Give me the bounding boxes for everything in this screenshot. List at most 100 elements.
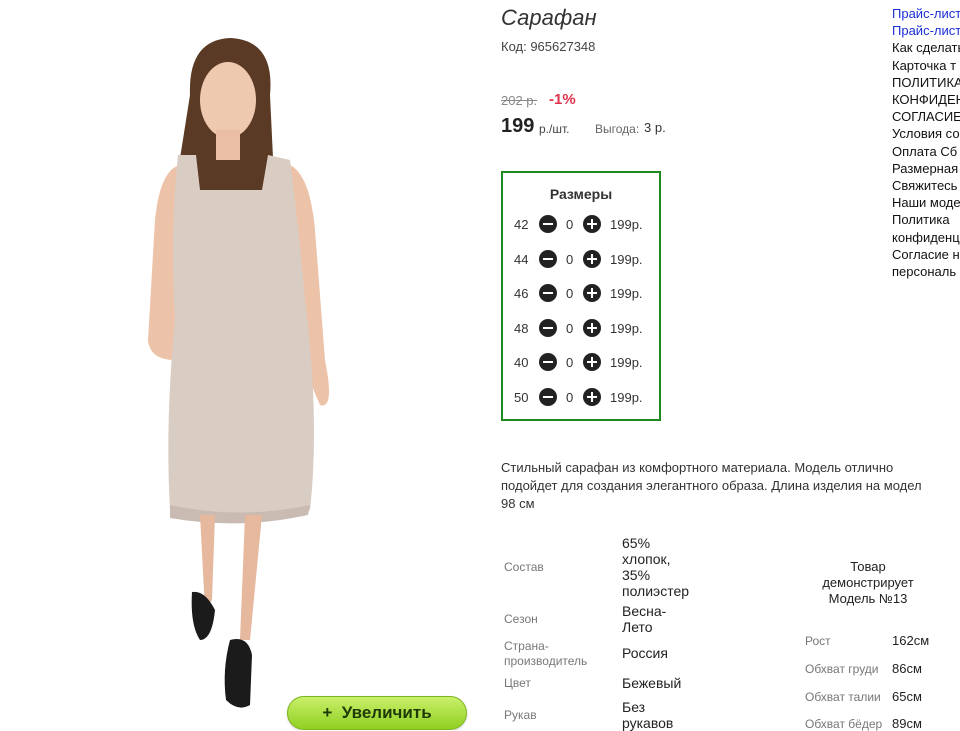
side-link[interactable]: Свяжитесь xyxy=(892,177,960,194)
plus-icon: + xyxy=(322,703,333,722)
sizes-title: Размеры xyxy=(549,186,613,202)
attr-value-line: хлопок, xyxy=(622,551,671,567)
attr-value-color: Бежевый xyxy=(622,675,682,691)
side-link[interactable]: Прайс-лист xyxy=(892,5,960,22)
attr-value-line: 65% xyxy=(622,535,651,551)
product-photo[interactable]: + Увеличить xyxy=(0,0,480,730)
measurement-label: Рост xyxy=(805,634,831,648)
price-unit: р./шт. xyxy=(539,122,570,136)
product-code: Код: 965627348 xyxy=(501,39,596,54)
discount-badge: -1% xyxy=(549,91,576,108)
measurement-value: 89см xyxy=(892,716,922,731)
plus-icon[interactable] xyxy=(583,284,601,302)
side-link[interactable]: Как сделать xyxy=(892,39,960,56)
product-title: Сарафан xyxy=(501,5,597,30)
size-row: 48 0 199р. xyxy=(503,319,659,339)
attr-label-season: Сезон xyxy=(504,612,538,626)
attr-value-sleeve: Без рукавов xyxy=(622,699,673,731)
side-link[interactable]: ПОЛИТИКА xyxy=(892,74,960,91)
attr-label-composition: Состав xyxy=(504,560,544,574)
size-price: 199р. xyxy=(610,252,643,267)
model-title: Товар демонстрирует Модель №13 xyxy=(805,559,931,607)
size-row: 46 0 199р. xyxy=(503,284,659,304)
plus-icon[interactable] xyxy=(583,319,601,337)
measurement-value: 65см xyxy=(892,689,922,704)
plus-icon[interactable] xyxy=(583,215,601,233)
zoom-button-label: Увеличить xyxy=(341,703,432,722)
quantity-value: 0 xyxy=(566,286,574,301)
description-line: Стильный сарафан из комфортного материал… xyxy=(501,460,894,475)
size-row: 40 0 199р. xyxy=(503,353,659,373)
description-line: подойдет для создания элегантного образа… xyxy=(501,478,922,493)
benefit-value: 3 р. xyxy=(644,120,666,135)
side-link[interactable]: Карточка т xyxy=(892,57,960,74)
quantity-value: 0 xyxy=(566,355,574,370)
sizes-box: Размеры 42 0 199р. 44 0 199р. 46 0 199р.… xyxy=(501,171,661,421)
minus-icon[interactable] xyxy=(539,215,557,233)
attr-label-line: Страна- xyxy=(504,639,549,653)
attr-value-line: Лето xyxy=(622,619,653,635)
attr-value-line: рукавов xyxy=(622,715,674,731)
size-label: 44 xyxy=(514,252,529,267)
side-link[interactable]: Прайс-лист xyxy=(892,22,960,39)
size-price: 199р. xyxy=(610,321,643,336)
size-row: 50 0 199р. xyxy=(503,388,659,408)
measurement-label: Обхват талии xyxy=(805,690,881,704)
measurement-label: Обхват бёдер xyxy=(805,717,883,731)
side-link[interactable]: СОГЛАСИЕ xyxy=(892,108,960,125)
measurement-label: Обхват груди xyxy=(805,662,879,676)
zoom-button[interactable]: + Увеличить xyxy=(287,696,467,730)
side-link[interactable]: Политика xyxy=(892,211,960,228)
minus-icon[interactable] xyxy=(539,353,557,371)
size-price: 199р. xyxy=(610,390,643,405)
model-illustration xyxy=(148,38,329,708)
size-price: 199р. xyxy=(610,286,643,301)
plus-icon[interactable] xyxy=(583,388,601,406)
benefit-label: Выгода: xyxy=(595,122,640,136)
attr-label-line: производитель xyxy=(504,654,588,668)
attr-value-composition: 65% хлопок, 35% полиэстер xyxy=(622,535,689,599)
side-link[interactable]: персональ xyxy=(892,263,960,280)
quantity-value: 0 xyxy=(566,321,574,336)
size-label: 50 xyxy=(514,390,529,405)
attr-label-country: Страна- производитель xyxy=(504,639,587,669)
attr-value-line: Без xyxy=(622,699,646,715)
minus-icon[interactable] xyxy=(539,250,557,268)
side-links-menu: Прайс-лист Прайс-лист Как сделать Карточ… xyxy=(892,5,960,280)
minus-icon[interactable] xyxy=(539,319,557,337)
size-row: 42 0 199р. xyxy=(503,215,659,235)
side-link[interactable]: Размерная xyxy=(892,160,960,177)
side-link[interactable]: КОНФИДЕН xyxy=(892,91,960,108)
attr-label-sleeve: Рукав xyxy=(504,708,537,722)
side-link[interactable]: Оплата Сб xyxy=(892,143,960,160)
plus-icon[interactable] xyxy=(583,250,601,268)
size-label: 42 xyxy=(514,217,529,232)
attr-value-line: полиэстер xyxy=(622,583,690,599)
quantity-value: 0 xyxy=(566,390,574,405)
model-title-line: Модель №13 xyxy=(828,591,908,606)
side-link[interactable]: Согласие н xyxy=(892,246,960,263)
product-description: Стильный сарафан из комфортного материал… xyxy=(501,459,960,513)
description-line: 98 см xyxy=(501,496,535,511)
size-label: 40 xyxy=(514,355,529,370)
size-label: 46 xyxy=(514,286,529,301)
side-link[interactable]: конфиденц xyxy=(892,229,960,246)
side-link[interactable]: Условия со xyxy=(892,125,960,142)
attr-label-color: Цвет xyxy=(504,676,531,690)
size-price: 199р. xyxy=(610,355,643,370)
model-title-line: Товар xyxy=(850,559,886,574)
size-row: 44 0 199р. xyxy=(503,250,659,270)
size-price: 199р. xyxy=(610,217,643,232)
measurement-value: 86см xyxy=(892,661,922,676)
side-link[interactable]: Наши моде xyxy=(892,194,960,211)
attr-value-line: 35% xyxy=(622,567,651,583)
old-price: 202 р. xyxy=(501,93,538,108)
size-label: 48 xyxy=(514,321,529,336)
minus-icon[interactable] xyxy=(539,284,557,302)
quantity-value: 0 xyxy=(566,252,574,267)
plus-icon[interactable] xyxy=(583,353,601,371)
attr-value-season: Весна- Лето xyxy=(622,603,666,635)
model-title-line: демонстрирует xyxy=(822,575,914,590)
attr-value-line: Весна- xyxy=(622,603,667,619)
minus-icon[interactable] xyxy=(539,388,557,406)
